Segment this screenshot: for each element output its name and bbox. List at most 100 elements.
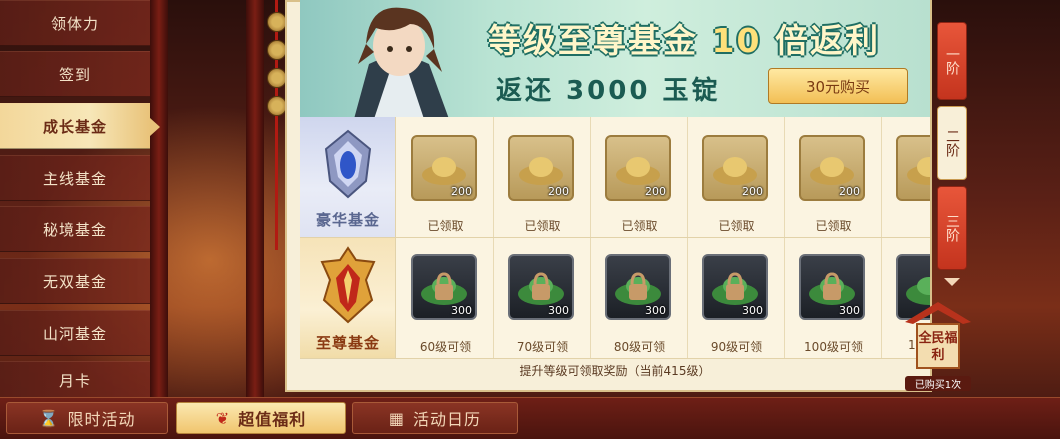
gold-ingot-icon: 200 (702, 135, 768, 201)
tassel-cord (275, 0, 278, 250)
all-people-label: 全民福利 (918, 331, 958, 363)
supreme-reward-cell[interactable]: 300 60级可领 (397, 238, 494, 358)
tier-tab-2[interactable]: 二阶 (937, 106, 967, 180)
tier-tab-1[interactable]: 一阶 (937, 22, 967, 100)
reward-status: 60级可领 (419, 340, 472, 354)
menu-item-monthly-card[interactable]: 月卡 (0, 361, 150, 399)
supreme-reward-cell[interactable]: 300 80级可领 (591, 238, 688, 358)
jade-ingot-locked-icon: 300 (605, 254, 671, 320)
tab-value-welfare[interactable]: ❦ 超值福利 (176, 402, 346, 434)
luxury-reward-cell[interactable]: 200 已领取 (591, 117, 688, 237)
luxury-reward-cell[interactable]: 200 已领取 (785, 117, 882, 237)
menu-item-secret-fund[interactable]: 秘境基金 (0, 206, 150, 252)
reward-status: 已领取 (621, 219, 658, 233)
reward-quantity: 200 (742, 185, 763, 198)
tier-tab-3[interactable]: 三阶 (937, 186, 967, 270)
jade-ingot-locked-icon: 300 (799, 254, 865, 320)
luxury-fund-label-cell: 豪华基金 (300, 117, 396, 237)
purchase-count-label: 已购买1次 (905, 376, 971, 391)
reward-status: 80级可领 (613, 340, 666, 354)
reward-quantity: 200 (839, 185, 860, 198)
silver-emblem-icon (324, 129, 372, 199)
tab-limited-events[interactable]: ⌛ 限时活动 (6, 402, 168, 434)
reward-status: 100级可领 (804, 340, 863, 354)
banner-title-suffix: 倍返利 (774, 21, 880, 60)
coin-icon (267, 68, 287, 88)
bottom-tab-bar: ⌛ 限时活动 ❦ 超值福利 ▦ 活动日历 (0, 397, 1060, 439)
reward-quantity: 200 (645, 185, 666, 198)
reward-quantity: 300 (451, 304, 472, 317)
tier-tab-label: 二阶 (944, 129, 960, 157)
menu-item-label: 山河基金 (42, 324, 107, 343)
menu-item-peerless-fund[interactable]: 无双基金 (0, 258, 150, 304)
reward-status: 已领取 (815, 219, 852, 233)
reward-quantity: 200 (451, 185, 472, 198)
supreme-fund-label-cell: 至尊基金 (300, 238, 396, 358)
pillar-decoration (246, 0, 264, 400)
calendar-icon: ▦ (388, 408, 406, 428)
pillar-decoration (150, 0, 168, 400)
menu-item-label: 月卡 (58, 371, 91, 390)
luxury-reward-cell[interactable]: 200 已领取 (494, 117, 591, 237)
coin-icon (267, 96, 287, 116)
tier-tab-label: 一阶 (944, 47, 960, 75)
reward-quantity: 300 (645, 304, 666, 317)
supreme-reward-cell[interactable]: 300 100级可领 (785, 238, 882, 358)
level-hint-text: 提升等级可领取奖励（当前415级） (519, 364, 711, 378)
reward-quantity: 300 (839, 304, 860, 317)
swirl-icon: ❦ (215, 408, 231, 428)
coin-icon (267, 40, 287, 60)
menu-item-label: 无双基金 (42, 272, 107, 291)
gold-ingot-icon: 200 (605, 135, 671, 201)
menu-item-label: 主线基金 (42, 169, 107, 188)
fund-banner: 等级至尊基金 10 倍返利 返还 3000 玉锭 30元购买 (300, 0, 930, 117)
hourglass-icon: ⌛ (38, 408, 60, 428)
gold-ingot-icon: 200 (799, 135, 865, 201)
menu-item-checkin[interactable]: 签到 (0, 51, 150, 97)
jade-ingot-locked-icon: 300 (508, 254, 574, 320)
banner-subtitle: 返还 3000 玉锭 (496, 76, 721, 106)
supreme-reward-cell[interactable]: 300 90级可领 (688, 238, 785, 358)
hero-portrait (354, 7, 449, 117)
luxury-reward-cell[interactable]: 200 已领取 (397, 117, 494, 237)
luxury-reward-cell[interactable]: 200 已领取 (688, 117, 785, 237)
gold-ingot-icon: 200 (411, 135, 477, 201)
luxury-reward-cell-partial[interactable] (882, 117, 930, 237)
banner-title-multiplier: 10 (711, 21, 762, 60)
jade-ingot-locked-icon: 300 (702, 254, 768, 320)
tab-event-calendar[interactable]: ▦ 活动日历 (352, 402, 518, 434)
reward-quantity: 200 (548, 185, 569, 198)
scroll-down-arrow-icon[interactable] (944, 278, 960, 286)
reward-status: 已领取 (718, 219, 755, 233)
reward-status: 90级可领 (710, 340, 763, 354)
gold-ingot-icon: 200 (508, 135, 574, 201)
side-menu: 领体力 签到 成长基金 主线基金 秘境基金 无双基金 山河基金 月卡 (0, 0, 160, 400)
menu-item-label: 签到 (58, 65, 91, 84)
buy-button[interactable]: 30元购买 (768, 68, 908, 104)
banner-title-prefix: 等级至尊基金 (488, 21, 698, 60)
tab-label: 超值福利 (238, 410, 307, 429)
reward-quantity: 300 (742, 304, 763, 317)
menu-item-mountain-fund[interactable]: 山河基金 (0, 310, 150, 356)
menu-item-label: 领体力 (50, 14, 99, 33)
tier-tab-label: 三阶 (944, 214, 960, 242)
menu-item-growth-fund[interactable]: 成长基金 (0, 103, 160, 149)
jade-ingot-locked-icon: 300 (411, 254, 477, 320)
reward-quantity: 300 (548, 304, 569, 317)
gold-ingot-icon (896, 135, 930, 201)
menu-item-stamina[interactable]: 领体力 (0, 0, 150, 46)
menu-item-mainline-fund[interactable]: 主线基金 (0, 155, 150, 201)
tab-label: 活动日历 (413, 410, 482, 429)
supreme-fund-label: 至尊基金 (315, 334, 380, 352)
luxury-fund-label: 豪华基金 (315, 211, 380, 229)
reward-status: 70级可领 (516, 340, 569, 354)
menu-item-label: 成长基金 (42, 117, 107, 136)
gold-emblem-icon (320, 246, 376, 324)
all-people-welfare-button[interactable]: 全民福利 已购买1次 (903, 300, 973, 392)
supreme-reward-cell[interactable]: 300 70级可领 (494, 238, 591, 358)
tab-label: 限时活动 (67, 410, 136, 429)
banner-title: 等级至尊基金 10 倍返利 (488, 14, 928, 62)
reward-status: 已领取 (524, 219, 561, 233)
coin-icon (267, 12, 287, 32)
menu-item-label: 秘境基金 (42, 220, 107, 239)
